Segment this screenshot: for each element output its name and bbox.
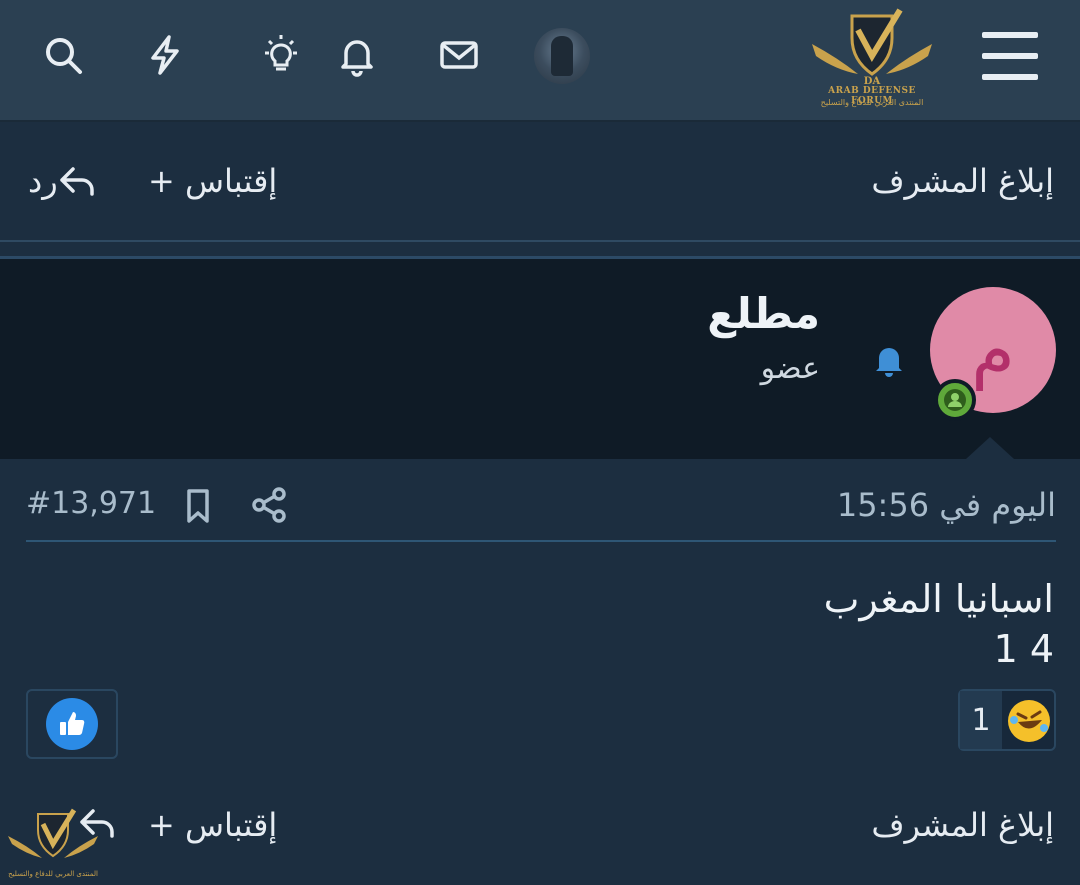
watermark-logo: المنتدى العربي للدفاع والتسليح bbox=[6, 806, 100, 885]
share-icon[interactable] bbox=[250, 486, 288, 524]
reply-button[interactable]: رد bbox=[28, 162, 100, 200]
post-text-line: اسبانيا المغرب bbox=[823, 577, 1054, 621]
search-icon[interactable] bbox=[38, 30, 88, 80]
report-moderator-button[interactable]: إبلاغ المشرف bbox=[871, 162, 1054, 200]
thumbs-up-icon bbox=[46, 698, 98, 750]
reaction-summary[interactable]: 1 bbox=[958, 689, 1056, 751]
rofl-emoji-icon bbox=[1008, 700, 1050, 742]
post-timestamp[interactable]: اليوم في 15:56 bbox=[837, 486, 1056, 524]
reply-arrow-icon bbox=[59, 167, 94, 196]
user-avatar-top[interactable] bbox=[534, 28, 590, 84]
post-actions-bottom: إبلاغ المشرف + إقتباس bbox=[0, 766, 1080, 882]
watermark-text: المنتدى العربي للدفاع والتسليح bbox=[8, 870, 98, 878]
post-meta-row: اليوم في 15:56 #13,971 bbox=[26, 462, 1056, 542]
author-role: عضو bbox=[760, 351, 820, 386]
author-pointer bbox=[966, 437, 1014, 459]
mail-icon[interactable] bbox=[434, 30, 484, 80]
menu-hamburger-icon[interactable] bbox=[982, 32, 1038, 80]
reply-label: رد bbox=[28, 162, 58, 200]
post-text-line: 1 4 bbox=[993, 627, 1054, 671]
like-button[interactable] bbox=[26, 689, 118, 759]
top-navigation-bar: DA ARAB DEFENSE FORUM المنتدى العربي للد… bbox=[0, 0, 1080, 122]
site-logo[interactable]: DA ARAB DEFENSE FORUM المنتدى العربي للد… bbox=[808, 8, 936, 112]
lightning-icon[interactable] bbox=[140, 30, 190, 80]
lightbulb-icon[interactable] bbox=[256, 30, 306, 80]
logo-text-ar: المنتدى العربي للدفاع والتسليح bbox=[820, 98, 924, 107]
post-content: اسبانيا المغرب 1 4 bbox=[824, 574, 1054, 674]
author-avatar-letter: م bbox=[971, 309, 1015, 391]
post-author-block: م مطلع عضو bbox=[0, 259, 1080, 459]
author-username[interactable]: مطلع bbox=[707, 289, 820, 338]
bookmark-icon[interactable] bbox=[180, 488, 216, 524]
online-status-icon bbox=[934, 379, 976, 421]
divider bbox=[0, 240, 1080, 242]
post-number[interactable]: #13,971 bbox=[26, 486, 156, 521]
report-moderator-button[interactable]: إبلاغ المشرف bbox=[871, 806, 1054, 844]
bell-icon[interactable] bbox=[332, 30, 382, 80]
follow-bell-icon[interactable] bbox=[870, 341, 908, 379]
post-actions-top: إبلاغ المشرف + إقتباس رد bbox=[0, 122, 1080, 238]
quote-button[interactable]: + إقتباس bbox=[148, 162, 277, 200]
reaction-count: 1 bbox=[960, 691, 1002, 749]
quote-button[interactable]: + إقتباس bbox=[148, 806, 277, 844]
